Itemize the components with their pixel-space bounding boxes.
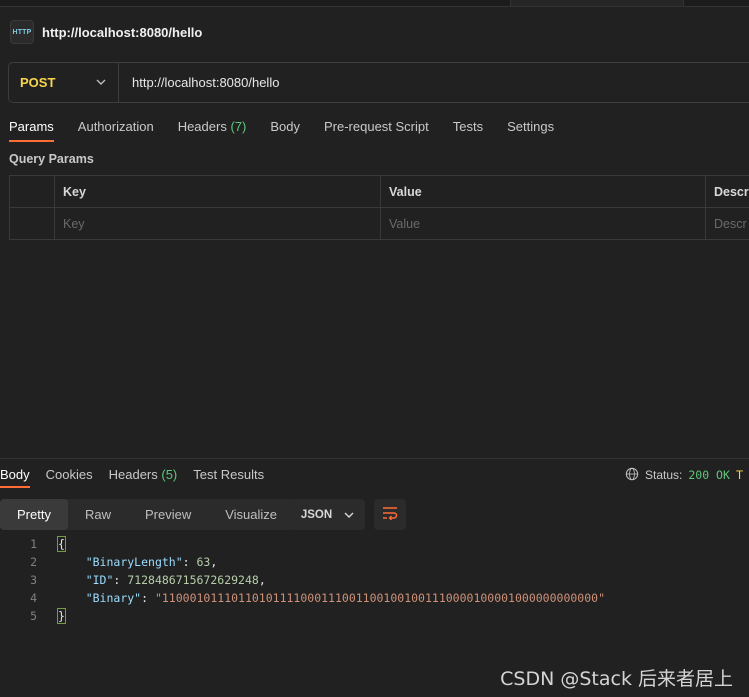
response-time-truncated[interactable]: T (736, 468, 743, 482)
tab-response-headers-label: Headers (108, 467, 158, 482)
json-key: "Binary" (85, 591, 142, 605)
code-line: 3 "ID": 7128486715672629248, (0, 571, 266, 589)
headers-count: (7) (230, 119, 247, 134)
format-label: JSON (300, 508, 333, 521)
open-brace: { (57, 536, 66, 552)
value-column-header: Value (380, 175, 706, 208)
tab-params[interactable]: Params (9, 112, 54, 142)
line-number: 4 (30, 591, 37, 605)
tab-settings-label: Settings (507, 119, 555, 134)
line-number: 1 (30, 537, 37, 551)
checkbox-column-header (9, 175, 55, 208)
table-row: Key Value Descr (9, 207, 749, 240)
status-code[interactable]: 200 OK (688, 468, 730, 482)
json-key: "BinaryLength" (85, 555, 183, 569)
response-tabs: Body Cookies Headers (5) Test Results (0, 462, 280, 490)
close-brace: } (57, 608, 66, 624)
tab-test-results[interactable]: Test Results (193, 462, 264, 488)
tab-test-results-label: Test Results (193, 467, 265, 482)
open-tab[interactable] (510, 0, 684, 6)
code-line: 5} (0, 607, 66, 625)
chevron-down-icon (96, 77, 106, 88)
tab-pre-request-script[interactable]: Pre-request Script (324, 112, 429, 142)
tab-authorization[interactable]: Authorization (78, 112, 154, 142)
json-key: "ID" (85, 573, 114, 587)
key-input[interactable]: Key (54, 207, 381, 240)
view-pretty-button[interactable]: Pretty (0, 499, 68, 530)
url-bar: POST http://localhost:8080/hello (8, 62, 749, 103)
tab-settings[interactable]: Settings (507, 112, 554, 142)
view-preview-button[interactable]: Preview (128, 499, 208, 530)
key-column-header: Key (54, 175, 381, 208)
response-status: Status: 200 OK T (625, 462, 743, 488)
top-tab-strip (0, 0, 749, 7)
tab-tests-label: Tests (452, 119, 484, 134)
watermark: CSDN @Stack 后来者居上 (500, 668, 733, 690)
view-visualize-button[interactable]: Visualize (208, 499, 294, 530)
method-label: POST (20, 75, 56, 90)
response-view-toggle: Pretty Raw Preview Visualize (0, 499, 295, 530)
table-header-row: Key Value Descr (9, 175, 749, 208)
tab-cookies[interactable]: Cookies (46, 462, 93, 488)
line-number: 5 (30, 609, 37, 623)
tab-pre-request-label: Pre-request Script (323, 119, 429, 134)
status-label: Status: (645, 468, 683, 482)
tab-params-label: Params (9, 119, 54, 134)
description-column-header: Descr (705, 175, 749, 208)
wrap-lines-button[interactable] (374, 499, 406, 530)
tab-tests[interactable]: Tests (453, 112, 483, 142)
value-input[interactable]: Value (380, 207, 706, 240)
query-params-table: Key Value Descr Key Value Descr (9, 175, 749, 240)
line-number: 2 (30, 555, 37, 569)
globe-icon[interactable] (625, 467, 639, 484)
tab-headers-label: Headers (177, 119, 227, 134)
code-line: 2 "BinaryLength": 63, (0, 553, 217, 571)
wrap-lines-icon (382, 506, 398, 523)
line-number: 3 (30, 573, 37, 587)
tab-body[interactable]: Body (270, 112, 300, 142)
code-line: 1{ (0, 535, 66, 553)
query-params-label: Query Params (9, 152, 94, 166)
tab-headers[interactable]: Headers (7) (178, 112, 247, 142)
json-number: 7128486715672629248 (127, 573, 259, 587)
code-line: 4 "Binary": "110001011101101011110001110… (0, 589, 605, 607)
tab-response-headers[interactable]: Headers (5) (109, 462, 178, 488)
tab-response-body-label: Body (0, 467, 30, 482)
request-title-bar: HTTP http://localhost:8080/hello (10, 20, 202, 44)
view-raw-button[interactable]: Raw (68, 499, 128, 530)
chevron-down-icon (344, 509, 354, 521)
method-select[interactable]: POST (9, 63, 119, 102)
response-headers-count: (5) (161, 467, 178, 482)
json-number: 63 (196, 555, 211, 569)
row-checkbox-cell (9, 207, 55, 240)
description-input[interactable]: Descr (705, 207, 749, 240)
format-select[interactable]: JSON (290, 499, 365, 530)
tab-response-body[interactable]: Body (0, 462, 30, 488)
tab-cookies-label: Cookies (45, 467, 93, 482)
pane-divider[interactable] (0, 458, 749, 459)
url-input[interactable]: http://localhost:8080/hello (119, 75, 749, 90)
tab-body-label: Body (270, 119, 300, 134)
request-title[interactable]: http://localhost:8080/hello (42, 25, 202, 40)
tab-authorization-label: Authorization (77, 119, 154, 134)
http-icon: HTTP (10, 20, 34, 44)
request-tabs: Params Authorization Headers (7) Body Pr… (9, 112, 578, 144)
response-body-code[interactable]: 1{ 2 "BinaryLength": 63, 3 "ID": 7128486… (0, 535, 605, 625)
json-string: "110001011101101011110001110011001001001… (154, 591, 605, 605)
